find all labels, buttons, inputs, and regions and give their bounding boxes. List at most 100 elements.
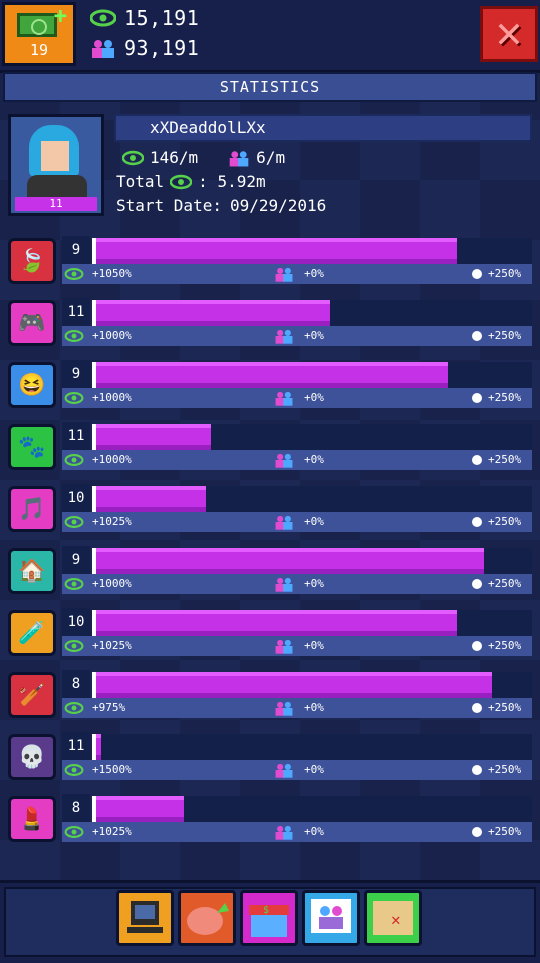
clock-icon bbox=[472, 331, 482, 341]
clock-icon bbox=[472, 827, 482, 837]
shop-icon: $ bbox=[249, 905, 289, 937]
avatar-level: 11 bbox=[15, 197, 97, 211]
close-icon: ✕ bbox=[495, 7, 523, 58]
subscribers-icon bbox=[275, 453, 293, 468]
subs-bonus: +0% bbox=[304, 515, 324, 528]
rates-line: 146/m 6/m bbox=[116, 148, 285, 167]
category-progress-fill bbox=[92, 672, 493, 698]
eye-icon bbox=[64, 392, 84, 404]
category-progress-bar bbox=[92, 734, 532, 760]
total-line: Total : 5.92m bbox=[116, 172, 266, 191]
category-level: 10 bbox=[62, 484, 90, 512]
category-bonuses: +1000% +0% +250% bbox=[62, 326, 532, 346]
eye-icon bbox=[90, 9, 116, 27]
views-stat: 15,191 bbox=[90, 6, 199, 30]
views-bonus: +1050% bbox=[92, 267, 132, 280]
laugh-icon[interactable]: 😆 bbox=[8, 362, 56, 408]
computer-tab[interactable] bbox=[116, 890, 174, 946]
eye-icon bbox=[64, 640, 84, 652]
category-progress-fill bbox=[92, 362, 449, 388]
sports-icon[interactable]: 🏏 bbox=[8, 672, 56, 718]
close-button[interactable]: ✕ bbox=[480, 6, 538, 62]
time-bonus: +250% bbox=[488, 577, 522, 590]
category-bonuses: +1025% +0% +250% bbox=[62, 822, 532, 842]
total-value: : 5.92m bbox=[198, 172, 266, 191]
brain-icon bbox=[187, 903, 229, 935]
subscribers-icon bbox=[275, 763, 293, 778]
beauty-icon[interactable]: 💄 bbox=[8, 796, 56, 842]
category-bonuses: +1025% +0% +250% bbox=[62, 512, 532, 532]
time-bonus: +250% bbox=[488, 329, 522, 342]
social-tab[interactable] bbox=[302, 890, 360, 946]
category-row-paw: 🐾 11 +1000% +0% +250% bbox=[4, 422, 534, 474]
time-bonus: +250% bbox=[488, 701, 522, 714]
category-progress-fill bbox=[92, 610, 458, 636]
subscribers-count: 93,191 bbox=[124, 36, 200, 60]
views-count: 15,191 bbox=[124, 6, 200, 30]
eye-icon bbox=[64, 516, 84, 528]
shop-icon[interactable]: 🏠 bbox=[8, 548, 56, 594]
eye-icon bbox=[64, 454, 84, 466]
category-row-gamepad: 🎮 11 +1000% +0% +250% bbox=[4, 298, 534, 350]
total-label: Total bbox=[116, 172, 165, 191]
category-level: 11 bbox=[62, 422, 90, 450]
cash-button[interactable]: + 19 bbox=[2, 2, 76, 66]
subscribers-icon bbox=[275, 701, 293, 716]
science-icon[interactable]: 🧪 bbox=[8, 610, 56, 656]
subscribers-icon bbox=[92, 40, 114, 58]
category-row-beauty: 💄 8 +1025% +0% +250% bbox=[4, 794, 534, 846]
subs-bonus: +0% bbox=[304, 577, 324, 590]
map-tab[interactable]: ✕ bbox=[364, 890, 422, 946]
subscribers-icon bbox=[275, 515, 293, 530]
start-date: 09/29/2016 bbox=[229, 196, 327, 215]
eye-icon bbox=[64, 764, 84, 776]
shop-tab[interactable]: $ bbox=[240, 890, 298, 946]
views-bonus: +975% bbox=[92, 701, 126, 714]
category-progress-bar bbox=[92, 300, 532, 326]
category-bonuses: +1000% +0% +250% bbox=[62, 388, 532, 408]
eye-icon bbox=[64, 268, 84, 280]
subs-bonus: +0% bbox=[304, 825, 324, 838]
gamepad-icon[interactable]: 🎮 bbox=[8, 300, 56, 346]
category-row-horror: 💀 11 +1500% +0% +250% bbox=[4, 732, 534, 784]
category-progress-bar bbox=[92, 362, 532, 388]
views-bonus: +1500% bbox=[92, 763, 132, 776]
time-bonus: +250% bbox=[488, 825, 522, 838]
plus-icon: + bbox=[53, 4, 67, 29]
subs-bonus: +0% bbox=[304, 329, 324, 342]
category-progress-fill bbox=[92, 796, 185, 822]
clock-icon bbox=[472, 393, 482, 403]
time-bonus: +250% bbox=[488, 391, 522, 404]
subs-per-min: 6/m bbox=[256, 148, 286, 167]
music-icon[interactable]: 🎵 bbox=[8, 486, 56, 532]
category-row-shop: 🏠 9 +1000% +0% +250% bbox=[4, 546, 534, 598]
brain-upgrade-tab[interactable] bbox=[178, 890, 236, 946]
eye-icon bbox=[64, 330, 84, 342]
category-progress-bar bbox=[92, 238, 532, 264]
eye-icon bbox=[64, 826, 84, 838]
subs-bonus: +0% bbox=[304, 701, 324, 714]
clock-icon bbox=[472, 455, 482, 465]
cash-icon bbox=[17, 13, 57, 37]
views-bonus: +1000% bbox=[92, 453, 132, 466]
category-row-leaf: 🍃 9 +1050% +0% +250% bbox=[4, 236, 534, 288]
views-bonus: +1000% bbox=[92, 577, 132, 590]
category-row-laugh: 😆 9 +1000% +0% +250% bbox=[4, 360, 534, 412]
start-date-line: Start Date: 09/29/2016 bbox=[116, 196, 326, 215]
paw-icon[interactable]: 🐾 bbox=[8, 424, 56, 470]
clock-icon bbox=[472, 579, 482, 589]
category-row-sports: 🏏 8 +975% +0% +250% bbox=[4, 670, 534, 722]
category-progress-bar bbox=[92, 486, 532, 512]
subs-bonus: +0% bbox=[304, 639, 324, 652]
horror-icon[interactable]: 💀 bbox=[8, 734, 56, 780]
subscribers-icon bbox=[275, 391, 293, 406]
subscribers-icon bbox=[275, 577, 293, 592]
category-level: 9 bbox=[62, 360, 90, 388]
subs-bonus: +0% bbox=[304, 453, 324, 466]
category-progress-fill bbox=[92, 238, 458, 264]
leaf-icon[interactable]: 🍃 bbox=[8, 238, 56, 284]
clock-icon bbox=[472, 703, 482, 713]
eye-icon bbox=[64, 578, 84, 590]
subs-bonus: +0% bbox=[304, 763, 324, 776]
category-bonuses: +1025% +0% +250% bbox=[62, 636, 532, 656]
